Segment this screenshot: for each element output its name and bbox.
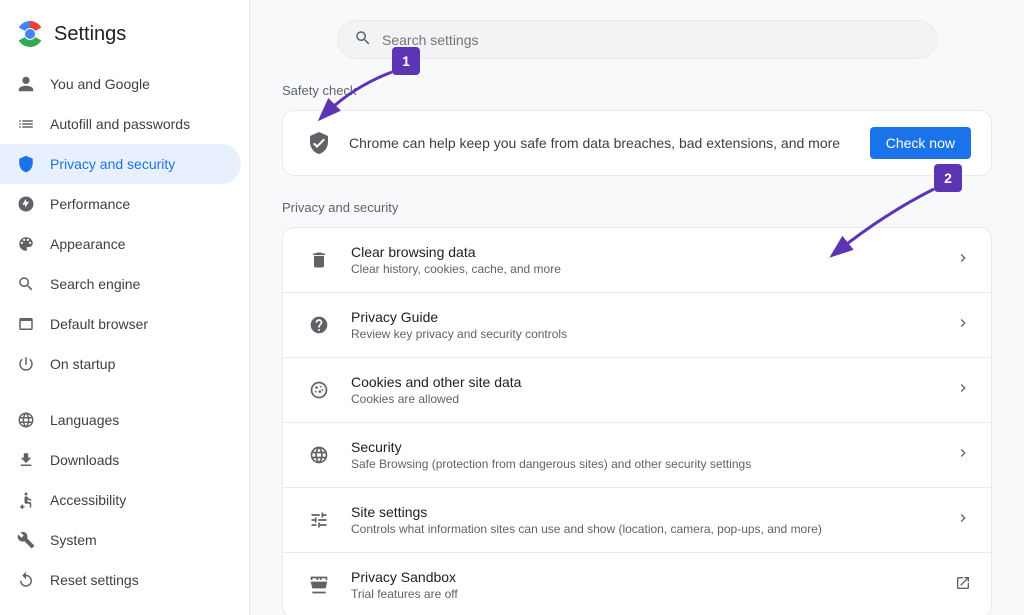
- safety-shield-icon: [303, 127, 335, 159]
- cookies-title: Cookies and other site data: [351, 374, 939, 390]
- site-settings-row[interactable]: Site settings Controls what information …: [283, 488, 991, 553]
- trash-icon: [303, 244, 335, 276]
- privacy-guide-content: Privacy Guide Review key privacy and sec…: [351, 309, 939, 341]
- annotation-arrow-2: [824, 184, 944, 264]
- search-icon: [354, 29, 372, 50]
- sidebar-item-label: Appearance: [50, 236, 126, 252]
- search-input[interactable]: [382, 32, 920, 48]
- clear-browsing-subtitle: Clear history, cookies, cache, and more: [351, 262, 939, 276]
- sidebar-item-label: Privacy and security: [50, 156, 175, 172]
- privacy-section: 2 Privacy and security Clear browsing d: [282, 200, 992, 615]
- gauge-icon: [16, 194, 36, 214]
- accessibility-icon: [16, 490, 36, 510]
- site-settings-subtitle: Controls what information sites can use …: [351, 522, 939, 536]
- safety-check-description: Chrome can help keep you safe from data …: [349, 135, 856, 151]
- cookies-content: Cookies and other site data Cookies are …: [351, 374, 939, 406]
- sidebar-header: Settings: [0, 10, 249, 64]
- chrome-logo-icon: [16, 20, 44, 48]
- chevron-right-icon: [955, 445, 971, 466]
- chevron-right-icon: [955, 510, 971, 531]
- check-now-button[interactable]: Check now: [870, 127, 971, 159]
- privacy-guide-row[interactable]: Privacy Guide Review key privacy and sec…: [283, 293, 991, 358]
- sidebar-item-label: You and Google: [50, 76, 150, 92]
- wrench-icon: [16, 530, 36, 550]
- sidebar-item-label: Downloads: [50, 452, 119, 468]
- site-settings-title: Site settings: [351, 504, 939, 520]
- privacy-sandbox-content: Privacy Sandbox Trial features are off: [351, 569, 939, 601]
- sidebar-item-accessibility[interactable]: Accessibility: [0, 480, 241, 520]
- sidebar-item-label: Reset settings: [50, 572, 139, 588]
- privacy-sandbox-icon: [303, 569, 335, 601]
- sidebar-item-you-and-google[interactable]: You and Google: [0, 64, 241, 104]
- sidebar: Settings You and Google Autofill and pas…: [0, 0, 250, 615]
- security-subtitle: Safe Browsing (protection from dangerous…: [351, 457, 939, 471]
- sidebar-item-downloads[interactable]: Downloads: [0, 440, 241, 480]
- annotation-arrow-1: [312, 67, 402, 127]
- download-icon: [16, 450, 36, 470]
- privacy-guide-title: Privacy Guide: [351, 309, 939, 325]
- person-icon: [16, 74, 36, 94]
- reset-icon: [16, 570, 36, 590]
- app-title: Settings: [54, 23, 126, 46]
- power-icon: [16, 354, 36, 374]
- safety-check-section: 1 Safety check Chrome can help keep you …: [282, 83, 992, 176]
- sidebar-item-label: Languages: [50, 412, 119, 428]
- external-link-icon: [955, 575, 971, 596]
- annotation-1: 1: [392, 47, 420, 75]
- search-icon: [16, 274, 36, 294]
- privacy-guide-icon: [303, 309, 335, 341]
- sliders-icon: [303, 504, 335, 536]
- sidebar-item-search-engine[interactable]: Search engine: [0, 264, 241, 304]
- chevron-right-icon: [955, 380, 971, 401]
- privacy-guide-subtitle: Review key privacy and security controls: [351, 327, 939, 341]
- palette-icon: [16, 234, 36, 254]
- search-container: [282, 20, 992, 59]
- sidebar-item-label: Default browser: [50, 316, 148, 332]
- privacy-sandbox-row[interactable]: Privacy Sandbox Trial features are off: [283, 553, 991, 615]
- chevron-right-icon: [955, 250, 971, 271]
- sidebar-item-performance[interactable]: Performance: [0, 184, 241, 224]
- site-settings-content: Site settings Controls what information …: [351, 504, 939, 536]
- chevron-right-icon: [955, 315, 971, 336]
- privacy-settings-card: Clear browsing data Clear history, cooki…: [282, 227, 992, 615]
- shield-icon: [16, 154, 36, 174]
- sidebar-item-languages[interactable]: Languages: [0, 400, 241, 440]
- sidebar-item-label: System: [50, 532, 97, 548]
- cookie-icon: [303, 374, 335, 406]
- globe-icon: [16, 410, 36, 430]
- security-title: Security: [351, 439, 939, 455]
- sidebar-item-label: Performance: [50, 196, 130, 212]
- sidebar-item-default-browser[interactable]: Default browser: [0, 304, 241, 344]
- privacy-sandbox-title: Privacy Sandbox: [351, 569, 939, 585]
- sidebar-item-on-startup[interactable]: On startup: [0, 344, 241, 384]
- security-content: Security Safe Browsing (protection from …: [351, 439, 939, 471]
- sidebar-item-label: Accessibility: [50, 492, 126, 508]
- sidebar-item-label: On startup: [50, 356, 115, 372]
- sidebar-item-privacy[interactable]: Privacy and security: [0, 144, 241, 184]
- privacy-sandbox-subtitle: Trial features are off: [351, 587, 939, 601]
- list-icon: [16, 114, 36, 134]
- main-content: 1 Safety check Chrome can help keep you …: [250, 0, 1024, 615]
- browser-icon: [16, 314, 36, 334]
- sidebar-item-autofill[interactable]: Autofill and passwords: [0, 104, 241, 144]
- globe-security-icon: [303, 439, 335, 471]
- sidebar-item-appearance[interactable]: Appearance: [0, 224, 241, 264]
- sidebar-item-label: Search engine: [50, 276, 140, 292]
- annotation-2: 2: [934, 164, 962, 192]
- cookies-row[interactable]: Cookies and other site data Cookies are …: [283, 358, 991, 423]
- sidebar-item-system[interactable]: System: [0, 520, 241, 560]
- sidebar-item-reset[interactable]: Reset settings: [0, 560, 241, 600]
- security-row[interactable]: Security Safe Browsing (protection from …: [283, 423, 991, 488]
- cookies-subtitle: Cookies are allowed: [351, 392, 939, 406]
- sidebar-item-label: Autofill and passwords: [50, 116, 190, 132]
